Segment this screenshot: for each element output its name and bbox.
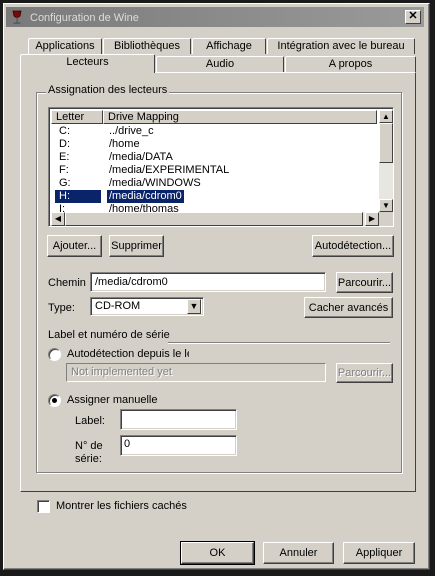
- type-select-value: CD-ROM: [95, 300, 141, 312]
- list-header: Letter Drive Mapping: [51, 110, 377, 124]
- radio-selected-dot: [52, 398, 57, 403]
- scrollbar-thumb[interactable]: [379, 123, 393, 163]
- cancel-button[interactable]: Annuler: [263, 542, 334, 564]
- drive-letter: C:: [59, 125, 70, 137]
- scroll-left-arrow-icon[interactable]: ◀: [51, 212, 65, 226]
- autodetect-radio-label: Autodétection depuis le le: [67, 348, 189, 360]
- label-field-label: Label:: [75, 415, 105, 427]
- column-header-letter[interactable]: Letter: [51, 110, 103, 124]
- hide-advanced-button[interactable]: Cacher avancés: [304, 297, 393, 318]
- serial-input-value: 0: [124, 438, 131, 450]
- tab-about[interactable]: A propos: [285, 56, 416, 72]
- close-button[interactable]: ✕: [405, 10, 421, 24]
- serial-label-line2: série:: [75, 453, 102, 464]
- manual-radio[interactable]: [48, 394, 61, 407]
- apply-button[interactable]: Appliquer: [343, 542, 415, 564]
- scroll-corner: [379, 212, 393, 226]
- tab-label: Applications: [35, 40, 95, 52]
- drive-letter: F:: [59, 164, 69, 176]
- scroll-right-arrow-icon[interactable]: ▶: [365, 212, 379, 226]
- scrollbar-thumb[interactable]: [65, 212, 363, 226]
- ok-button[interactable]: OK: [180, 541, 255, 565]
- tab-drives[interactable]: Lecteurs: [20, 54, 155, 73]
- type-select[interactable]: CD-ROM ▼: [90, 297, 204, 316]
- tab-label: Lecteurs: [66, 56, 109, 68]
- label-input[interactable]: [120, 409, 237, 430]
- drive-mapping: /media/EXPERIMENTAL: [109, 164, 230, 176]
- path-input-value: /media/cdrom0: [95, 276, 168, 288]
- scroll-up-arrow-icon[interactable]: ▲: [379, 110, 393, 123]
- section-divider: [168, 342, 390, 344]
- tab-libraries[interactable]: Bibliothèques: [103, 38, 191, 54]
- tab-audio[interactable]: Audio: [156, 56, 284, 72]
- chevron-down-icon[interactable]: ▼: [187, 299, 201, 314]
- tab-label: Affichage: [206, 40, 252, 52]
- serial-label-line1: N° de: [75, 440, 103, 452]
- tab-label: Bibliothèques: [113, 40, 181, 52]
- path-input[interactable]: /media/cdrom0: [90, 272, 326, 292]
- group-title: Assignation des lecteurs: [46, 83, 170, 97]
- device-input-value: Not implemented yet: [71, 366, 172, 378]
- drive-mapping: /home: [109, 138, 140, 150]
- list-item[interactable]: E: /media/DATA: [51, 151, 377, 164]
- window-title: Configuration de Wine: [30, 12, 139, 24]
- vertical-scrollbar[interactable]: ▲ ▼: [379, 110, 393, 212]
- serial-field-label: N° de série:: [75, 440, 103, 464]
- autodetect-radio[interactable]: [48, 348, 61, 361]
- drive-mapping: /media/DATA: [109, 151, 173, 163]
- scroll-down-arrow-icon[interactable]: ▼: [379, 199, 393, 212]
- column-header-mapping[interactable]: Drive Mapping: [103, 110, 377, 124]
- drive-mapping: /media/cdrom0: [106, 189, 185, 204]
- remove-drive-button[interactable]: Supprimer: [109, 235, 164, 257]
- drive-mapping: ../drive_c: [109, 125, 154, 137]
- show-hidden-label: Montrer les fichiers cachés: [56, 500, 187, 512]
- drive-letter: H:: [55, 190, 101, 203]
- drive-letter: D:: [59, 138, 70, 150]
- list-item[interactable]: D: /home: [51, 138, 377, 151]
- serial-input[interactable]: 0: [120, 435, 237, 456]
- autodetect-button[interactable]: Autodétection...: [312, 235, 394, 257]
- browse-device-button-disabled: Parcourir...: [336, 363, 393, 383]
- drive-mapping: /media/WINDOWS: [109, 177, 201, 189]
- serial-section-title: Label et numéro de série: [48, 329, 170, 341]
- close-icon: ✕: [408, 10, 418, 22]
- add-drive-button[interactable]: Ajouter...: [47, 235, 102, 257]
- device-input-disabled: Not implemented yet: [66, 363, 326, 382]
- list-item[interactable]: C: ../drive_c: [51, 125, 377, 138]
- list-item[interactable]: F: /media/EXPERIMENTAL: [51, 164, 377, 177]
- list-item[interactable]: G: /media/WINDOWS: [51, 177, 377, 190]
- manual-radio-label: Assigner manuelle: [67, 394, 158, 406]
- path-label: Chemin: [48, 277, 86, 289]
- browse-path-button[interactable]: Parcourir...: [336, 272, 393, 293]
- wine-glass-icon: [10, 10, 26, 25]
- tab-desktop-integration[interactable]: Intégration avec le bureau: [267, 38, 415, 54]
- tab-label: Audio: [205, 58, 235, 70]
- drive-list[interactable]: Letter Drive Mapping C: ../drive_c D: /h…: [48, 107, 394, 227]
- show-hidden-checkbox[interactable]: [37, 500, 50, 513]
- drive-letter: G:: [59, 177, 71, 189]
- tab-display[interactable]: Affichage: [192, 38, 266, 54]
- type-label: Type:: [48, 302, 75, 314]
- horizontal-scrollbar[interactable]: ◀ ▶: [51, 212, 379, 226]
- drive-letter: E:: [59, 151, 70, 163]
- tab-label: A propos: [328, 58, 373, 70]
- list-item-selected[interactable]: H: /media/cdrom0: [51, 189, 377, 204]
- tab-applications[interactable]: Applications: [28, 38, 102, 54]
- tab-label: Intégration avec le bureau: [277, 40, 405, 52]
